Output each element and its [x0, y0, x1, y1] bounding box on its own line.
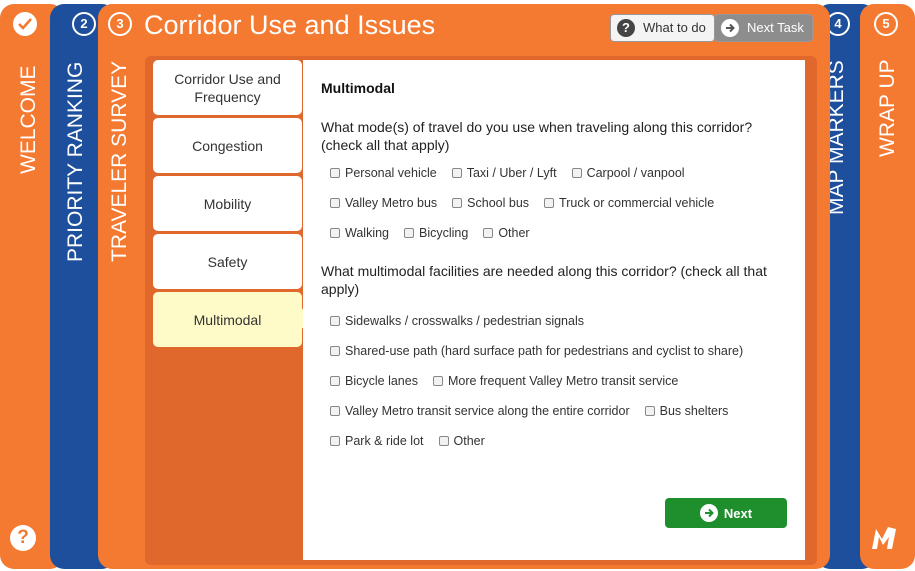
checkbox-label: Valley Metro bus: [345, 196, 438, 210]
question-panel: Multimodal What mode(s) of travel do you…: [303, 60, 805, 560]
checkbox-option[interactable]: Shared-use path (hard surface path for p…: [330, 336, 743, 366]
checkbox-option[interactable]: Truck or commercial vehicle: [544, 188, 714, 218]
checkbox-label: Sidewalks / crosswalks / pedestrian sign…: [345, 314, 584, 328]
checkbox-option[interactable]: Taxi / Uber / Lyft: [451, 158, 557, 188]
step-number: 5: [874, 12, 898, 36]
checkbox-option[interactable]: Sidewalks / crosswalks / pedestrian sign…: [330, 306, 584, 336]
option-row: Shared-use path (hard surface path for p…: [330, 336, 758, 366]
option-row: Valley Metro bus School bus Truck or comme…: [330, 188, 729, 218]
checkbox-label: School bus: [467, 196, 530, 210]
brand-logo-icon: [872, 527, 896, 549]
next-button[interactable]: Next: [665, 498, 787, 528]
checkbox-option[interactable]: More frequent Valley Metro transit servi…: [432, 366, 679, 396]
question-icon: ?: [617, 19, 635, 37]
checkbox-label: Truck or commercial vehicle: [559, 196, 715, 210]
tab-survey-label: TRAVELER SURVEY: [108, 60, 131, 262]
tab-wrap-label: WRAP UP: [876, 59, 899, 157]
subtab-multimodal[interactable]: Multimodal: [153, 292, 302, 347]
subtab-mobility[interactable]: Mobility: [153, 176, 302, 231]
tab-welcome-label: WELCOME: [17, 65, 40, 174]
checkbox[interactable]: [330, 436, 340, 446]
checkbox-label: Valley Metro transit service along the e…: [345, 404, 630, 418]
traveler-survey-panel: 3 TRAVELER SURVEY Corridor Use and Issue…: [98, 4, 830, 569]
facility-options: Sidewalks / crosswalks / pedestrian sign…: [330, 306, 758, 456]
checkbox-label: Bicycle lanes: [345, 374, 418, 388]
subtab-corridor-use[interactable]: Corridor Use and Frequency: [153, 60, 302, 115]
content-area: Corridor Use and Frequency Congestion Mo…: [145, 56, 817, 565]
checkbox[interactable]: [644, 406, 655, 416]
option-row: Sidewalks / crosswalks / pedestrian sign…: [330, 306, 758, 336]
checkbox-label: Other: [498, 226, 530, 240]
check-icon: [13, 12, 37, 36]
checkbox-option[interactable]: Valley Metro bus: [330, 188, 437, 218]
checkbox-option[interactable]: Valley Metro transit service along the e…: [330, 396, 630, 426]
checkbox-option[interactable]: Personal vehicle: [330, 158, 437, 188]
subtab-safety[interactable]: Safety: [153, 234, 302, 289]
checkbox[interactable]: [438, 436, 449, 446]
what-to-do-label: What to do: [643, 20, 706, 35]
checkbox[interactable]: [451, 168, 462, 178]
page-title: Corridor Use and Issues: [144, 10, 436, 40]
app-stage: WELCOME ? 2 PRIORITY RANKING 4 MAP MARKE…: [0, 0, 915, 571]
help-icon[interactable]: ?: [10, 525, 36, 551]
option-row: Bicycle lanes More frequent Valley Metro …: [330, 366, 758, 396]
checkbox[interactable]: [330, 316, 340, 326]
what-to-do-button[interactable]: ? What to do: [610, 14, 715, 42]
checkbox[interactable]: [452, 198, 463, 208]
checkbox-option[interactable]: School bus: [452, 188, 529, 218]
checkbox-label: Walking: [345, 226, 389, 240]
step-number: 3: [108, 12, 132, 36]
checkbox[interactable]: [571, 168, 582, 178]
step-number: 2: [72, 12, 96, 36]
question-travel-modes: What mode(s) of travel do you use when t…: [321, 119, 753, 153]
tab-priority-label: PRIORITY RANKING: [64, 61, 87, 262]
checkbox-label: Carpool / vanpool: [586, 166, 685, 180]
checkbox[interactable]: [330, 346, 340, 356]
checkbox[interactable]: [330, 228, 340, 238]
checkbox-label: Park & ride lot: [345, 434, 424, 448]
checkbox[interactable]: [404, 228, 414, 238]
next-task-button[interactable]: Next Task: [714, 14, 813, 42]
checkbox-label: Taxi / Uber / Lyft: [466, 166, 557, 180]
panel-heading: Multimodal: [321, 80, 395, 96]
checkbox-option[interactable]: Walking: [330, 218, 389, 248]
checkbox[interactable]: [330, 406, 340, 416]
subtab-congestion[interactable]: Congestion: [153, 118, 302, 173]
next-task-label: Next Task: [747, 20, 804, 35]
option-row: Personal vehicle Taxi / Uber / Lyft Carpoo…: [330, 158, 729, 188]
checkbox-option[interactable]: Other: [483, 218, 530, 248]
option-row: Valley Metro transit service along the e…: [330, 396, 758, 426]
checkbox-label: Personal vehicle: [345, 166, 437, 180]
checkbox-label: Bus shelters: [659, 404, 729, 418]
tab-wrap-up[interactable]: 5 WRAP UP: [860, 4, 915, 569]
option-row: Park & ride lot Other: [330, 426, 758, 456]
checkbox-option[interactable]: Bus shelters: [644, 396, 729, 426]
checkbox[interactable]: [330, 168, 340, 178]
checkbox[interactable]: [330, 376, 340, 386]
checkbox-option[interactable]: Other: [438, 426, 485, 456]
checkbox[interactable]: [330, 198, 340, 208]
checkbox-label: More frequent Valley Metro transit servi…: [447, 374, 679, 388]
checkbox-label: Bicycling: [419, 226, 469, 240]
checkbox[interactable]: [483, 228, 494, 238]
checkbox-option[interactable]: Carpool / vanpool: [571, 158, 685, 188]
option-row: Walking Bicycling Other: [330, 218, 729, 248]
travel-mode-options: Personal vehicle Taxi / Uber / Lyft Carpoo…: [330, 158, 729, 248]
arrow-right-icon: [721, 19, 739, 37]
checkbox-option[interactable]: Park & ride lot: [330, 426, 424, 456]
checkbox[interactable]: [544, 198, 555, 208]
arrow-right-icon: [699, 504, 718, 522]
checkbox-label: Other: [453, 434, 485, 448]
question-facilities: What multimodal facilities are needed al…: [321, 263, 767, 297]
checkbox-option[interactable]: Bicycling: [404, 218, 468, 248]
next-label: Next: [723, 505, 753, 521]
checkbox-option[interactable]: Bicycle lanes: [330, 366, 418, 396]
checkbox[interactable]: [432, 376, 443, 386]
checkbox-label: Shared-use path (hard surface path for p…: [345, 344, 744, 358]
